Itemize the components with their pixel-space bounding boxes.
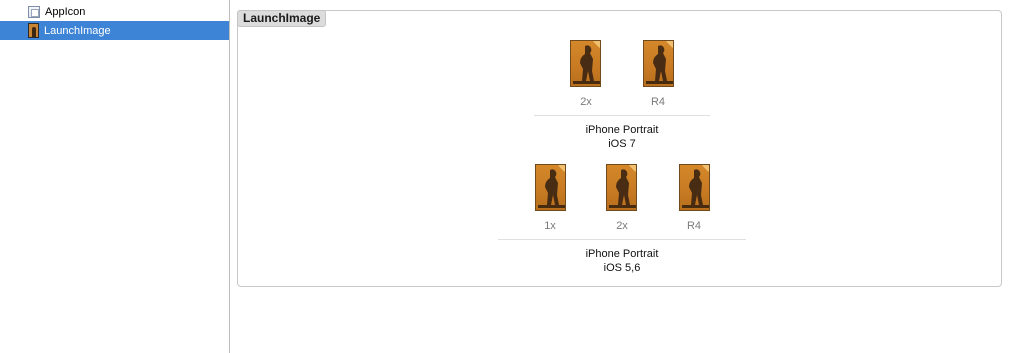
figure-silhouette-icon — [538, 169, 565, 208]
group-os-label: iOS 5,6 — [603, 262, 641, 274]
app-icon-set-icon — [28, 5, 40, 18]
launch-image-set-icon — [28, 23, 39, 38]
sidebar-item-appicon[interactable]: AppIcon — [0, 2, 229, 21]
group-divider — [498, 239, 746, 240]
panel-title: LaunchImage — [237, 10, 327, 27]
group-os-label: iOS 7 — [608, 138, 636, 150]
scale-label: R4 — [686, 220, 702, 232]
figure-silhouette-icon — [682, 169, 709, 208]
launch-image-well-2x[interactable] — [570, 40, 601, 87]
sidebar-item-label: LaunchImage — [44, 24, 111, 37]
figure-silhouette-icon — [609, 169, 636, 208]
figure-silhouette-icon — [573, 45, 600, 84]
launch-image-well-r4[interactable] — [679, 164, 710, 211]
group-device-label: iPhone Portrait — [585, 124, 659, 136]
group-divider — [534, 115, 710, 116]
asset-catalog-sidebar: AppIcon LaunchImage — [0, 0, 230, 353]
scale-label: 2x — [580, 96, 592, 108]
scale-label: 1x — [544, 220, 556, 232]
sidebar-item-launchimage[interactable]: LaunchImage — [0, 21, 229, 40]
scale-label: R4 — [650, 96, 666, 108]
group-device-label: iPhone Portrait — [585, 248, 659, 260]
scale-label: 2x — [616, 220, 628, 232]
launch-image-well-r4[interactable] — [643, 40, 674, 87]
figure-silhouette-icon — [646, 45, 673, 84]
sidebar-item-label: AppIcon — [45, 5, 86, 18]
launch-image-well-2x[interactable] — [606, 164, 637, 211]
launch-image-well-1x[interactable] — [535, 164, 566, 211]
